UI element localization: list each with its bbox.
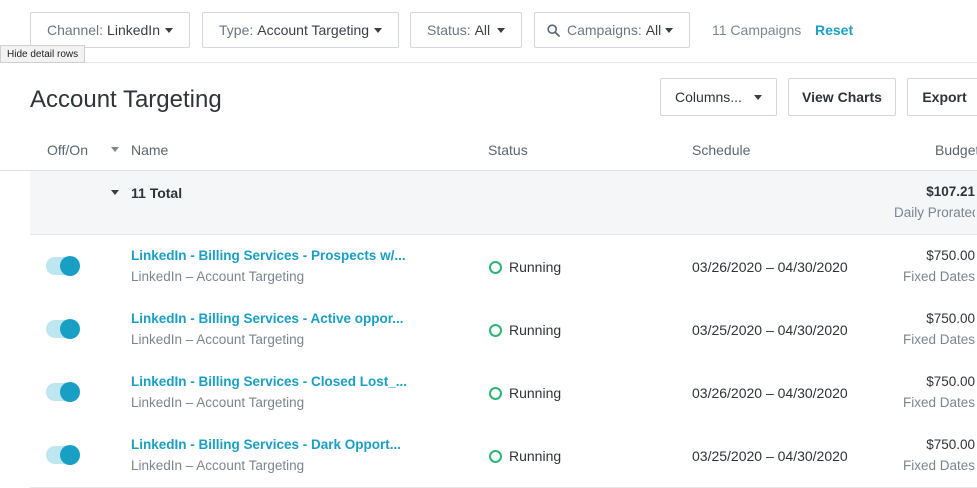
campaign-subtext: LinkedIn – Account Targeting (131, 269, 305, 284)
header-budget[interactable]: Budget (935, 142, 977, 158)
chevron-down-icon[interactable] (111, 190, 119, 195)
export-button-label: Export (922, 89, 967, 105)
status-text: Running (509, 448, 562, 464)
tooltip: Hide detail rows (0, 45, 86, 63)
status-filter-label: Status: (427, 22, 471, 38)
schedule-cell: 03/26/2020 – 04/30/2020 (692, 259, 848, 275)
campaign-name-link[interactable]: LinkedIn - Billing Services - Prospects … (131, 248, 406, 263)
campaign-name-link[interactable]: LinkedIn - Billing Services - Dark Oppor… (131, 437, 401, 452)
chevron-down-icon (374, 27, 382, 33)
table-row: LinkedIn - Billing Services - Prospects … (30, 235, 977, 299)
toggle-knob (60, 382, 80, 402)
page-title: Account Targeting (30, 86, 222, 113)
campaign-subtext: LinkedIn – Account Targeting (131, 332, 305, 347)
chevron-down-icon (165, 27, 173, 33)
total-budget-type: Daily Prorated (894, 205, 975, 220)
schedule-cell: 03/25/2020 – 04/30/2020 (692, 448, 848, 464)
budget-value: $750.00 (926, 248, 975, 263)
budget-type: Fixed Dates (902, 395, 975, 410)
total-label: 11 Total (131, 185, 183, 201)
campaign-name-link[interactable]: LinkedIn - Billing Services - Closed Los… (131, 374, 407, 389)
chevron-down-icon (497, 27, 505, 33)
export-button[interactable]: Export (907, 78, 977, 116)
filter-bar: Channel: LinkedIn Type: Account Targetin… (0, 0, 977, 63)
view-charts-button[interactable]: View Charts (788, 78, 896, 116)
status-cell: Running (489, 322, 561, 338)
search-icon (547, 23, 560, 37)
toggle-knob (60, 256, 80, 276)
campaign-subtext: LinkedIn – Account Targeting (131, 458, 305, 473)
status-running-icon (489, 386, 502, 400)
status-cell: Running (489, 448, 561, 464)
total-row[interactable]: 11 Total $107.21 Daily Prorated (30, 171, 977, 235)
header-status[interactable]: Status (488, 142, 528, 158)
type-filter-value: Account Targeting (257, 22, 370, 38)
status-filter-value: All (474, 22, 491, 38)
table-row: LinkedIn - Billing Services - Dark Oppor… (30, 424, 977, 488)
header-offon[interactable]: Off/On (47, 142, 88, 158)
campaign-name-link[interactable]: LinkedIn - Billing Services - Active opp… (131, 311, 404, 326)
channel-filter-label: Channel: (47, 22, 104, 38)
toggle-knob (60, 445, 80, 465)
table-row: LinkedIn - Billing Services - Closed Los… (30, 361, 977, 425)
campaign-toggle[interactable] (46, 382, 80, 402)
columns-button[interactable]: Columns... (660, 78, 777, 116)
total-budget: $107.21 (926, 184, 975, 199)
budget-value: $750.00 (926, 311, 975, 326)
chevron-down-icon (665, 27, 673, 33)
chevron-down-icon (753, 94, 762, 100)
status-cell: Running (489, 259, 561, 275)
budget-type: Fixed Dates (902, 332, 975, 347)
columns-button-label: Columns... (675, 89, 742, 105)
schedule-cell: 03/25/2020 – 04/30/2020 (692, 322, 848, 338)
campaigns-filter-value: All (645, 22, 662, 38)
campaign-toggle[interactable] (46, 319, 80, 339)
status-running-icon (489, 260, 502, 274)
type-filter-dropdown[interactable]: Type: Account Targeting (202, 12, 399, 48)
schedule-cell: 03/26/2020 – 04/30/2020 (692, 385, 848, 401)
campaigns-filter-dropdown[interactable]: Campaigns: All (534, 12, 690, 48)
status-text: Running (509, 322, 562, 338)
campaign-toggle[interactable] (46, 256, 80, 276)
status-filter-dropdown[interactable]: Status: All (410, 12, 522, 48)
campaign-subtext: LinkedIn – Account Targeting (131, 395, 305, 410)
view-charts-button-label: View Charts (802, 89, 882, 105)
table-header: Off/On Name Status Schedule Budget (0, 128, 977, 171)
budget-type: Fixed Dates (902, 458, 975, 473)
campaign-count: 11 Campaigns (712, 22, 802, 38)
budget-value: $750.00 (926, 437, 975, 452)
status-text: Running (509, 385, 562, 401)
channel-filter-value: LinkedIn (107, 22, 160, 38)
campaign-toggle[interactable] (46, 445, 80, 465)
table-row: LinkedIn - Billing Services - Active opp… (30, 298, 977, 362)
type-filter-label: Type: (219, 22, 254, 38)
status-text: Running (509, 259, 562, 275)
campaigns-filter-label: Campaigns: (567, 22, 642, 38)
toggle-knob (60, 319, 80, 339)
reset-link[interactable]: Reset (815, 22, 853, 38)
status-running-icon (489, 449, 502, 463)
budget-value: $750.00 (926, 374, 975, 389)
header-schedule[interactable]: Schedule (692, 142, 750, 158)
status-running-icon (489, 323, 502, 337)
chevron-down-icon[interactable] (111, 147, 119, 152)
channel-filter-dropdown[interactable]: Channel: LinkedIn (30, 12, 190, 48)
budget-type: Fixed Dates (902, 269, 975, 284)
header-name[interactable]: Name (131, 142, 168, 158)
status-cell: Running (489, 385, 561, 401)
